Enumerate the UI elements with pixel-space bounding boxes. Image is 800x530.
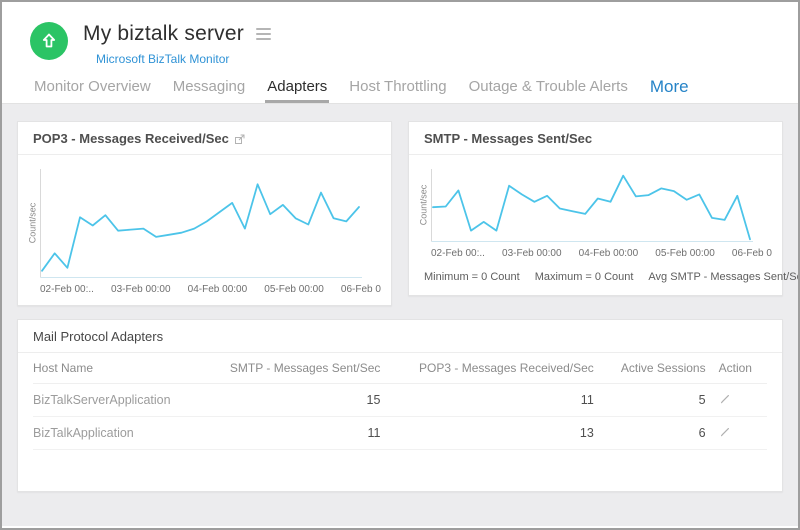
monitor-header: My biztalk server Microsoft BizTalk Moni… [2, 2, 798, 68]
mail-protocol-adapters-card: Mail Protocol Adapters Host Name SMTP - … [17, 319, 783, 492]
x-tick: 06-Feb 0 [341, 284, 381, 295]
x-tick: 02-Feb 00:.. [431, 248, 485, 259]
smtp-line-chart [431, 167, 753, 243]
pencil-icon [719, 392, 732, 405]
col-active-sessions: Active Sessions [594, 353, 706, 384]
x-tick: 03-Feb 00:00 [502, 248, 562, 259]
x-tick: 04-Feb 00:00 [579, 248, 639, 259]
tab-adapters[interactable]: Adapters [265, 78, 329, 103]
smtp-value-cell: 11 [202, 417, 381, 450]
monitor-type-link[interactable]: Microsoft BizTalk Monitor [96, 52, 229, 66]
x-tick: 06-Feb 0 [732, 248, 772, 259]
smtp-value-cell: 15 [202, 384, 381, 417]
pencil-icon [719, 425, 732, 438]
hamburger-menu-icon[interactable] [256, 25, 271, 43]
edit-button[interactable] [719, 425, 732, 438]
tab-bar: Monitor Overview Messaging Adapters Host… [2, 68, 798, 103]
x-tick: 04-Feb 00:00 [188, 284, 248, 295]
pop3-series-line [42, 184, 359, 270]
x-tick: 05-Feb 00:00 [655, 248, 715, 259]
smtp-y-axis-label: Count/sec [415, 167, 431, 243]
table-header-row: Host Name SMTP - Messages Sent/Sec POP3 … [33, 353, 767, 384]
x-tick: 05-Feb 00:00 [264, 284, 324, 295]
x-tick: 03-Feb 00:00 [111, 284, 171, 295]
active-sessions-cell: 5 [594, 384, 706, 417]
tab-monitor-overview[interactable]: Monitor Overview [32, 78, 153, 103]
active-sessions-cell: 6 [594, 417, 706, 450]
col-smtp-sent: SMTP - Messages Sent/Sec [202, 353, 381, 384]
page-title: My biztalk server [83, 22, 244, 46]
arrow-up-icon [39, 31, 59, 51]
pop3-y-axis-label: Count/sec [24, 167, 40, 279]
smtp-chart-stats: Minimum = 0 Count Maximum = 0 Count Avg … [409, 269, 782, 295]
host-name-cell: BizTalkApplication [33, 417, 202, 450]
smtp-chart-title: SMTP - Messages Sent/Sec [424, 131, 592, 146]
pop3-value-cell: 13 [380, 417, 593, 450]
col-pop3-received: POP3 - Messages Received/Sec [380, 353, 593, 384]
col-host-name: Host Name [33, 353, 202, 384]
tab-host-throttling[interactable]: Host Throttling [347, 78, 448, 103]
pop3-value-cell: 11 [380, 384, 593, 417]
table-row: BizTalkServerApplication 15 11 5 [33, 384, 767, 417]
col-action: Action [706, 353, 767, 384]
pop3-chart-title: POP3 - Messages Received/Sec [33, 131, 229, 146]
pop3-line-chart [40, 167, 362, 279]
pop3-chart-card: POP3 - Messages Received/Sec Count/sec [17, 121, 392, 306]
tab-outage-trouble-alerts[interactable]: Outage & Trouble Alerts [467, 78, 630, 103]
table-row: BizTalkApplication 11 13 6 [33, 417, 767, 450]
status-up-badge [30, 22, 68, 60]
app-window: My biztalk server Microsoft BizTalk Moni… [0, 0, 800, 530]
smtp-x-axis-ticks: 02-Feb 00:.. 03-Feb 00:00 04-Feb 00:00 0… [431, 248, 772, 259]
popup-external-link-icon[interactable] [235, 134, 245, 144]
tab-messaging[interactable]: Messaging [171, 78, 248, 103]
host-name-cell: BizTalkServerApplication [33, 384, 202, 417]
edit-button[interactable] [719, 392, 732, 405]
smtp-chart-card: SMTP - Messages Sent/Sec Count/sec 02-Fe… [408, 121, 783, 296]
x-tick: 02-Feb 00:.. [40, 284, 94, 295]
stat-average: Avg SMTP - Messages Sent/Sec = 0 Count [648, 271, 800, 283]
adapters-table: Host Name SMTP - Messages Sent/Sec POP3 … [33, 353, 767, 450]
tab-more[interactable]: More [650, 77, 689, 103]
table-title: Mail Protocol Adapters [18, 320, 782, 353]
dashboard-content: POP3 - Messages Received/Sec Count/sec [2, 103, 798, 526]
pop3-x-axis-ticks: 02-Feb 00:.. 03-Feb 00:00 04-Feb 00:00 0… [40, 284, 381, 295]
stat-maximum: Maximum = 0 Count [535, 271, 634, 283]
smtp-series-line [433, 176, 750, 240]
stat-minimum: Minimum = 0 Count [424, 271, 520, 283]
